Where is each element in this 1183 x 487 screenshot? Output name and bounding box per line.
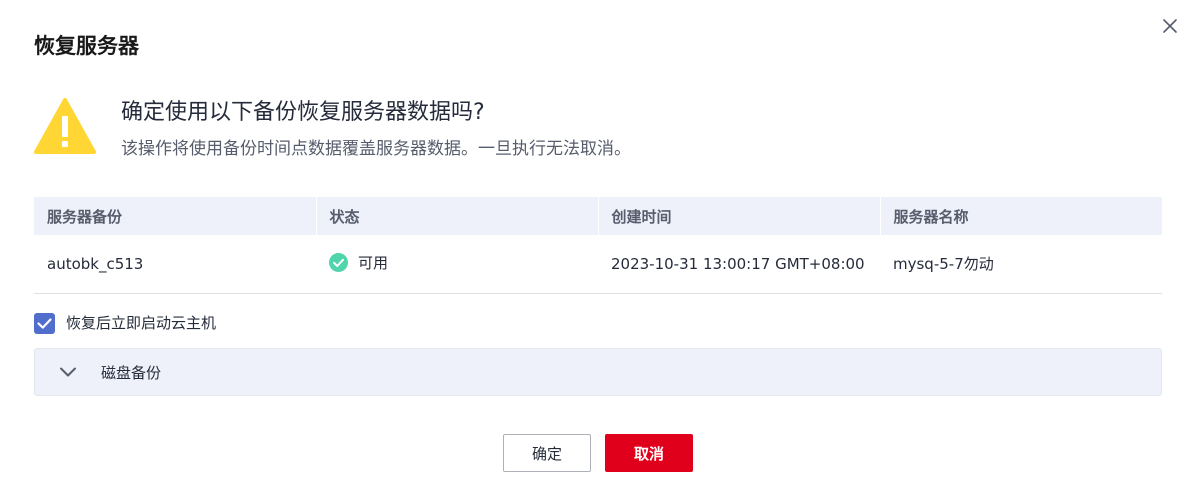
backup-name-cell: autobk_c513 (34, 235, 316, 294)
start-after-restore-option[interactable]: 恢复后立即启动云主机 (34, 313, 216, 334)
server-name-cell: mysq-5-7勿动 (880, 235, 1162, 294)
column-header-status: 状态 (316, 197, 599, 235)
check-circle-icon (329, 252, 348, 272)
close-icon[interactable] (1158, 14, 1182, 38)
cancel-button[interactable]: 取消 (605, 434, 693, 472)
table-row: autobk_c513 可用 2023-10-31 13:00:17 GMT+0… (34, 235, 1162, 294)
warning-title: 确定使用以下备份恢复服务器数据吗? (121, 100, 485, 125)
disk-backup-collapse[interactable]: 磁盘备份 (34, 348, 1162, 396)
disk-backup-label: 磁盘备份 (101, 363, 162, 382)
chevron-down-icon (60, 367, 76, 377)
confirm-button[interactable]: 确定 (503, 434, 591, 472)
warning-description: 该操作将使用备份时间点数据覆盖服务器数据。一旦执行无法取消。 (121, 139, 631, 159)
status-label: 可用 (358, 253, 389, 272)
start-after-restore-checkbox[interactable] (34, 313, 55, 334)
column-header-backup: 服务器备份 (34, 197, 317, 235)
column-header-created-time: 创建时间 (598, 197, 881, 235)
start-after-restore-label: 恢复后立即启动云主机 (66, 314, 217, 332)
table-header-row: 服务器备份 状态 创建时间 服务器名称 (34, 197, 1162, 235)
warning-triangle-icon (34, 97, 96, 155)
checkmark-icon (37, 318, 52, 329)
dialog-title: 恢复服务器 (34, 34, 139, 58)
column-header-server-name: 服务器名称 (880, 197, 1162, 235)
restore-server-dialog: 恢复服务器 确定使用以下备份恢复服务器数据吗? 该操作将使用备份时间点数据覆盖服… (0, 0, 1183, 487)
created-time-cell: 2023-10-31 13:00:17 GMT+08:00 (598, 235, 880, 294)
status-cell: 可用 (316, 235, 598, 294)
status-badge: 可用 (329, 252, 388, 273)
backup-table: 服务器备份 状态 创建时间 服务器名称 autobk_c513 可用 2023-… (34, 197, 1162, 294)
